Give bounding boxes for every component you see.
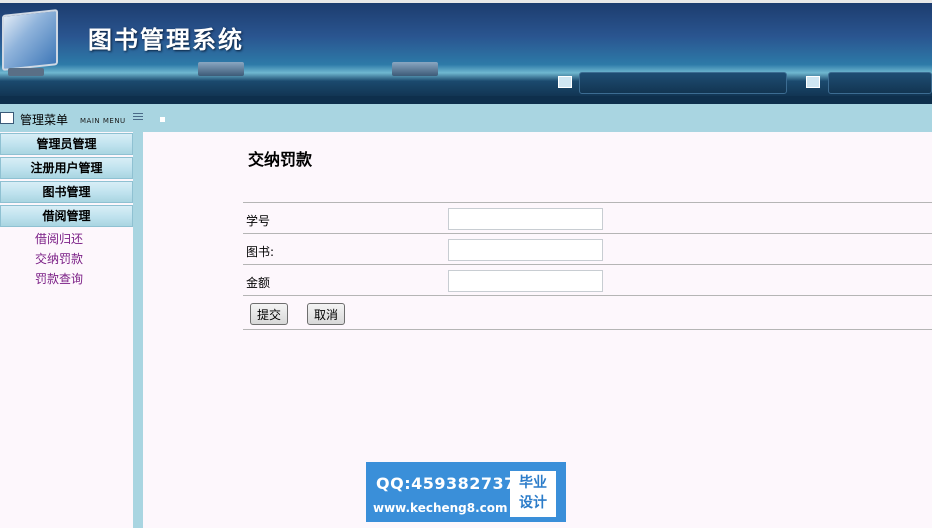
form-bottom-border [243,329,932,330]
student-id-input[interactable] [448,208,603,230]
amount-label: 金额 [246,276,271,290]
menu-subtitle: MAIN MENU [80,117,126,125]
sidebar-group-books[interactable]: 图书管理 [0,181,133,203]
student-id-label: 学号 [246,214,271,228]
submit-button[interactable]: 提交 [250,303,289,325]
monitor-decor-icon [392,62,438,76]
monitor-decor-icon [198,62,244,76]
monitor-logo-icon [2,9,58,71]
sidebar-group-users[interactable]: 注册用户管理 [0,157,133,179]
form-row-amount: 金额 [243,264,932,295]
menu-bar: 管理菜单 MAIN MENU [0,104,932,132]
watermark-badge: QQ:459382737 www.kecheng8.com 毕业 设计 [366,462,566,522]
sidebar-divider [133,132,143,528]
header-bottom-strip [0,96,932,104]
watermark-qq: QQ:459382737 [376,474,516,493]
watermark-logo-line1: 毕业 [519,475,547,491]
page-title: 交纳罚款 [248,150,313,169]
menu-title: 管理菜单 [20,113,69,127]
header-banner: 图书管理系统 [0,0,932,104]
sidebar-link-fine-query[interactable]: 罚款查询 [35,270,83,287]
bullet-icon [160,117,165,122]
cancel-button[interactable]: 取消 [307,303,346,325]
info-box [828,72,932,94]
watermark-logo-line2: 设计 [519,495,547,511]
sidebar-group-borrow[interactable]: 借阅管理 [0,205,133,227]
info-box [579,72,787,94]
menu-window-icon [0,112,14,124]
app-title: 图书管理系统 [88,25,244,54]
hamburger-icon[interactable] [133,113,143,122]
watermark-site: www.kecheng8.com [373,501,508,515]
top-border [0,0,932,3]
sidebar-group-admin[interactable]: 管理员管理 [0,133,133,155]
book-label: 图书: [246,245,275,259]
form-row-divider [243,295,932,296]
sidebar-link-borrow-return[interactable]: 借阅归还 [35,230,83,247]
sidebar-link-pay-fine[interactable]: 交纳罚款 [35,250,83,267]
form-row-book: 图书: [243,233,932,264]
watermark-logo: 毕业 设计 [510,471,556,517]
monitor-icon [558,76,572,88]
monitor-icon [806,76,820,88]
monitor-stand-icon [8,68,44,76]
form-row-student-id: 学号 [243,202,932,233]
amount-input[interactable] [448,270,603,292]
book-input[interactable] [448,239,603,261]
